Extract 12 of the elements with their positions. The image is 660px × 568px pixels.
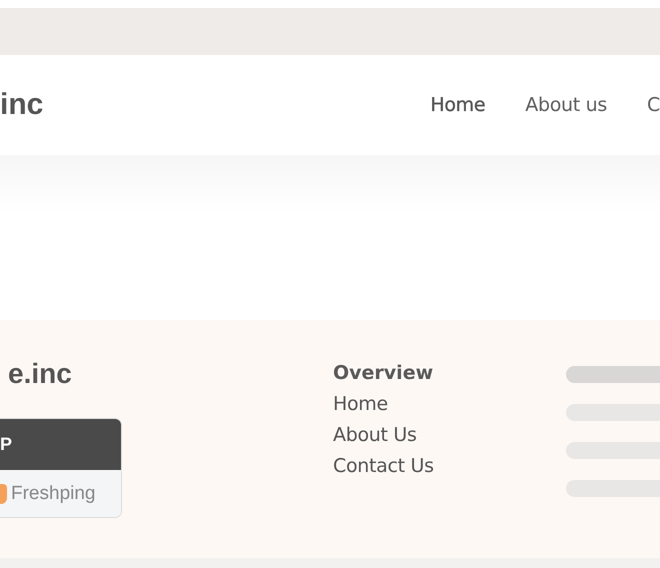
footer-logo: e.inc: [8, 358, 73, 390]
status-badge[interactable]: P Freshping: [0, 418, 122, 518]
footer-heading: Overview: [333, 362, 434, 384]
nav-link[interactable]: About us: [525, 94, 608, 116]
site-logo[interactable]: inc: [0, 88, 44, 122]
nav-link[interactable]: Home: [430, 94, 486, 116]
provider-label: Freshping: [11, 482, 96, 504]
footer-link[interactable]: Home: [333, 393, 566, 415]
freshping-icon: [0, 484, 7, 504]
footer-link[interactable]: About Us: [333, 424, 566, 446]
nav-link[interactable]: C: [647, 94, 660, 116]
footer-link[interactable]: Contact Us: [333, 455, 566, 477]
